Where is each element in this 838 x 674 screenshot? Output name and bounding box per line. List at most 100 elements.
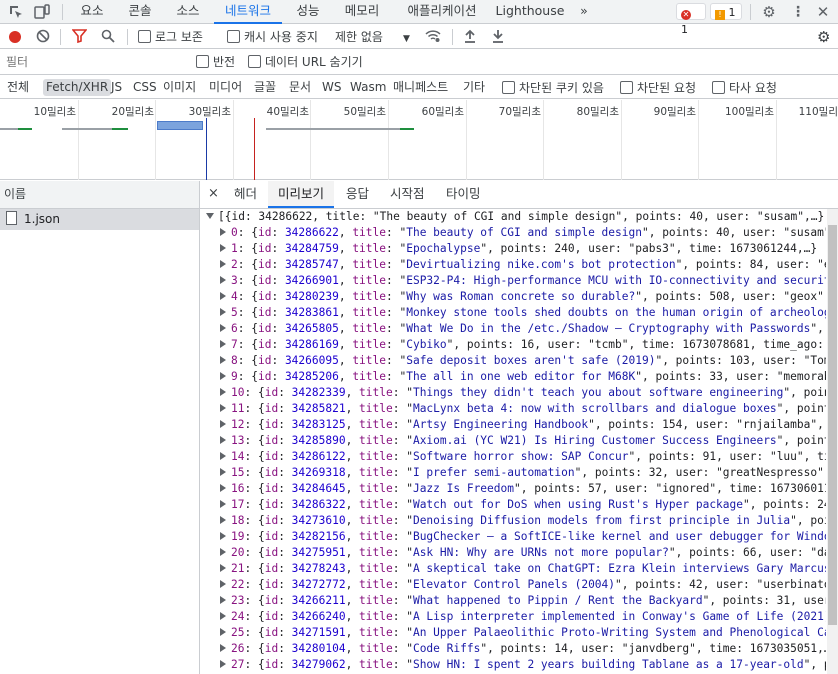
tab-initiator[interactable]: 시작점 [390,181,425,208]
json-item-line[interactable]: 8: {id: 34266095, title: "Safe deposit b… [200,353,826,369]
collapse-caret-icon[interactable] [220,292,226,300]
type-manifest[interactable]: 매니페스트 [390,79,451,96]
type-css[interactable]: CSS [130,79,160,96]
close-detail-icon[interactable]: × [208,181,222,208]
clear-icon[interactable] [36,28,50,46]
tab-preview[interactable]: 미리보기 [268,181,335,208]
device-toolbar-icon[interactable] [34,4,50,20]
json-item-line[interactable]: 5: {id: 34283861, title: "Monkey stone t… [200,305,826,321]
collapse-caret-icon[interactable] [220,228,226,236]
collapse-caret-icon[interactable] [220,244,226,252]
vertical-scrollbar[interactable] [827,209,838,674]
type-doc[interactable]: 문서 [286,79,314,96]
inspect-element-icon[interactable] [8,4,24,20]
export-har-icon[interactable] [492,28,504,46]
collapse-caret-icon[interactable] [220,356,226,364]
tab-network[interactable]: 네트워크 [214,0,282,24]
json-item-line[interactable]: 0: {id: 34286622, title: "The beauty of … [200,225,826,241]
collapse-caret-icon[interactable] [220,516,226,524]
collapse-caret-icon[interactable] [220,372,226,380]
expand-caret-icon[interactable] [206,213,214,219]
tab-sources[interactable]: 소스 [166,0,210,24]
collapse-caret-icon[interactable] [220,580,226,588]
hide-data-urls-checkbox[interactable]: 데이터 URL 숨기기 [248,53,363,71]
name-column-header[interactable]: 이름 [0,181,199,209]
error-count-badge[interactable]: ✕ 1 [676,3,706,36]
collapse-caret-icon[interactable] [220,500,226,508]
collapse-caret-icon[interactable] [220,660,226,668]
json-root-line[interactable]: [{id: 34286622, title: "The beauty of CG… [200,209,826,225]
collapse-caret-icon[interactable] [220,548,226,556]
throttle-select[interactable]: 제한 없음 ▼ [335,28,410,46]
collapse-caret-icon[interactable] [220,340,226,348]
json-item-line[interactable]: 25: {id: 34271591, title: "An Upper Pala… [200,625,826,641]
filter-input[interactable] [2,53,200,71]
collapse-caret-icon[interactable] [220,532,226,540]
json-item-line[interactable]: 20: {id: 34275951, title: "Ask HN: Why a… [200,545,826,561]
blocked-requests-checkbox[interactable]: 차단된 요청 [620,79,696,97]
warning-count-badge[interactable]: ! 1 [710,3,742,20]
json-item-line[interactable]: 26: {id: 34280104, title: "Code Riffs", … [200,641,826,657]
json-item-line[interactable]: 2: {id: 34285747, title: "Devirtualizing… [200,257,826,273]
collapse-caret-icon[interactable] [220,564,226,572]
json-item-line[interactable]: 4: {id: 34280239, title: "Why was Roman … [200,289,826,305]
request-row[interactable]: 1.json [0,209,199,230]
json-item-line[interactable]: 23: {id: 34266211, title: "What happened… [200,593,826,609]
collapse-caret-icon[interactable] [220,452,226,460]
settings-gear-icon[interactable]: ⚙ [761,4,777,20]
json-item-line[interactable]: 9: {id: 34285206, title: "The all in one… [200,369,826,385]
type-all[interactable]: 전체 [4,79,32,96]
json-item-line[interactable]: 3: {id: 34266901, title: "ESP32-P4: High… [200,273,826,289]
json-item-line[interactable]: 18: {id: 34273610, title: "Denoising Dif… [200,513,826,529]
json-preview[interactable]: [{id: 34286622, title: "The beauty of CG… [200,209,826,674]
record-button-icon[interactable] [9,31,21,43]
preserve-log-checkbox[interactable]: 로그 보존 [138,28,203,46]
json-item-line[interactable]: 12: {id: 34283125, title: "Artsy Enginee… [200,417,826,433]
tab-elements[interactable]: 요소 [70,0,114,24]
tab-timing[interactable]: 타이밍 [446,181,481,208]
collapse-caret-icon[interactable] [220,596,226,604]
collapse-caret-icon[interactable] [220,644,226,652]
type-fetch-xhr[interactable]: Fetch/XHR [43,79,112,96]
json-item-line[interactable]: 6: {id: 34265805, title: "What We Do in … [200,321,826,337]
search-icon[interactable] [101,28,115,46]
collapse-caret-icon[interactable] [220,468,226,476]
type-image[interactable]: 이미지 [160,79,199,96]
json-item-line[interactable]: 14: {id: 34286122, title: "Software horr… [200,449,826,465]
network-settings-gear-icon[interactable]: ⚙ [817,28,830,46]
type-media[interactable]: 미디어 [206,79,245,96]
network-overview[interactable]: 10밀리초 20밀리초 30밀리초 40밀리초 50밀리초 60밀리초 70밀리… [0,100,838,180]
json-item-line[interactable]: 19: {id: 34282156, title: "BugChecker – … [200,529,826,545]
type-ws[interactable]: WS [319,79,344,96]
collapse-caret-icon[interactable] [220,404,226,412]
tab-memory[interactable]: 메모리 [334,0,390,24]
third-party-checkbox[interactable]: 타사 요청 [712,79,777,97]
json-item-line[interactable]: 24: {id: 34266240, title: "A Lisp interp… [200,609,826,625]
json-item-line[interactable]: 11: {id: 34285821, title: "MacLynx beta … [200,401,826,417]
type-font[interactable]: 글꼴 [251,79,279,96]
blocked-cookies-checkbox[interactable]: 차단된 쿠키 있음 [502,79,604,97]
customize-menu-icon[interactable]: ⋮ [790,4,806,20]
collapse-caret-icon[interactable] [220,388,226,396]
json-item-line[interactable]: 17: {id: 34286322, title: "Watch out for… [200,497,826,513]
tab-response[interactable]: 응답 [346,181,369,208]
more-tabs-icon[interactable]: » [574,0,594,24]
collapse-caret-icon[interactable] [220,612,226,620]
collapse-caret-icon[interactable] [220,260,226,268]
type-wasm[interactable]: Wasm [347,79,389,96]
disable-cache-checkbox[interactable]: 캐시 사용 중지 [227,28,318,46]
collapse-caret-icon[interactable] [220,628,226,636]
network-conditions-icon[interactable] [425,28,441,46]
json-item-line[interactable]: 7: {id: 34286169, title: "Cybiko", point… [200,337,826,353]
type-js[interactable]: JS [108,79,125,96]
close-devtools-icon[interactable]: ✕ [815,4,831,20]
filter-funnel-icon[interactable] [71,28,88,46]
collapse-caret-icon[interactable] [220,420,226,428]
collapse-caret-icon[interactable] [220,276,226,284]
tab-headers[interactable]: 헤더 [234,181,257,208]
json-item-line[interactable]: 27: {id: 34279062, title: "Show HN: I sp… [200,657,826,673]
json-item-line[interactable]: 10: {id: 34282339, title: "Things they d… [200,385,826,401]
selected-request-bar[interactable] [157,121,203,130]
tab-lighthouse[interactable]: Lighthouse [494,0,566,24]
collapse-caret-icon[interactable] [220,436,226,444]
